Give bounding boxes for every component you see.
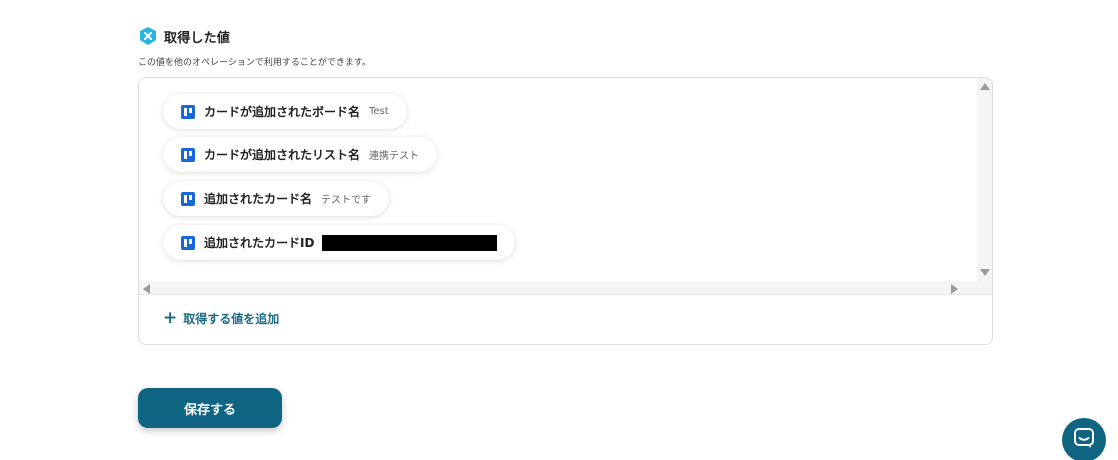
scroll-right-arrow-icon[interactable] xyxy=(951,284,958,294)
scroll-up-arrow-icon[interactable] xyxy=(980,83,990,90)
output-value: Test xyxy=(369,106,389,117)
add-output-link[interactable]: + 取得する値を追加 xyxy=(163,310,279,327)
output-chip-card-name[interactable]: 追加されたカード名 テストです xyxy=(163,181,390,216)
trello-icon xyxy=(181,235,195,250)
chat-icon xyxy=(1073,427,1095,453)
scroll-left-arrow-icon[interactable] xyxy=(143,284,150,294)
output-value: テストです xyxy=(321,195,372,206)
output-label: 追加されたカードID xyxy=(204,236,315,250)
section-header: 取得した値 xyxy=(138,26,230,46)
output-label: カードが追加されたリスト名 xyxy=(204,148,361,162)
output-label: カードが追加されたボード名 xyxy=(204,105,361,119)
outputs-scroll-area[interactable]: カードが追加されたボード名 Test カードが追加されたリスト名 連携テスト 追… xyxy=(139,78,992,295)
plus-icon: + xyxy=(163,308,178,328)
yoom-x-icon xyxy=(138,26,158,46)
chat-launcher-button[interactable] xyxy=(1062,418,1106,460)
output-chip-list-name[interactable]: カードが追加されたリスト名 連携テスト xyxy=(163,137,438,172)
outputs-list: カードが追加されたボード名 Test カードが追加されたリスト名 連携テスト 追… xyxy=(139,78,977,281)
output-value: 連携テスト xyxy=(369,151,420,162)
divider xyxy=(139,294,992,295)
output-chip-card-id[interactable]: 追加されたカードID xyxy=(163,225,516,260)
redacted-value xyxy=(322,234,498,251)
add-output-label: 取得する値を追加 xyxy=(183,312,280,326)
section-title: 取得した値 xyxy=(164,30,231,46)
output-chip-board-name[interactable]: カードが追加されたボード名 Test xyxy=(163,94,407,129)
scroll-down-arrow-icon[interactable] xyxy=(980,269,990,276)
trello-icon xyxy=(181,191,195,206)
trello-icon xyxy=(181,147,195,162)
scroll-corner xyxy=(977,281,992,295)
horizontal-scrollbar[interactable] xyxy=(139,281,977,295)
trello-icon xyxy=(181,104,195,119)
save-button[interactable]: 保存する xyxy=(138,388,282,428)
section-description: この値を他のオペレーションで利用することができます。 xyxy=(138,58,371,68)
output-label: 追加されたカード名 xyxy=(204,192,313,206)
outputs-panel: カードが追加されたボード名 Test カードが追加されたリスト名 連携テスト 追… xyxy=(138,77,993,345)
vertical-scrollbar[interactable] xyxy=(977,78,992,281)
